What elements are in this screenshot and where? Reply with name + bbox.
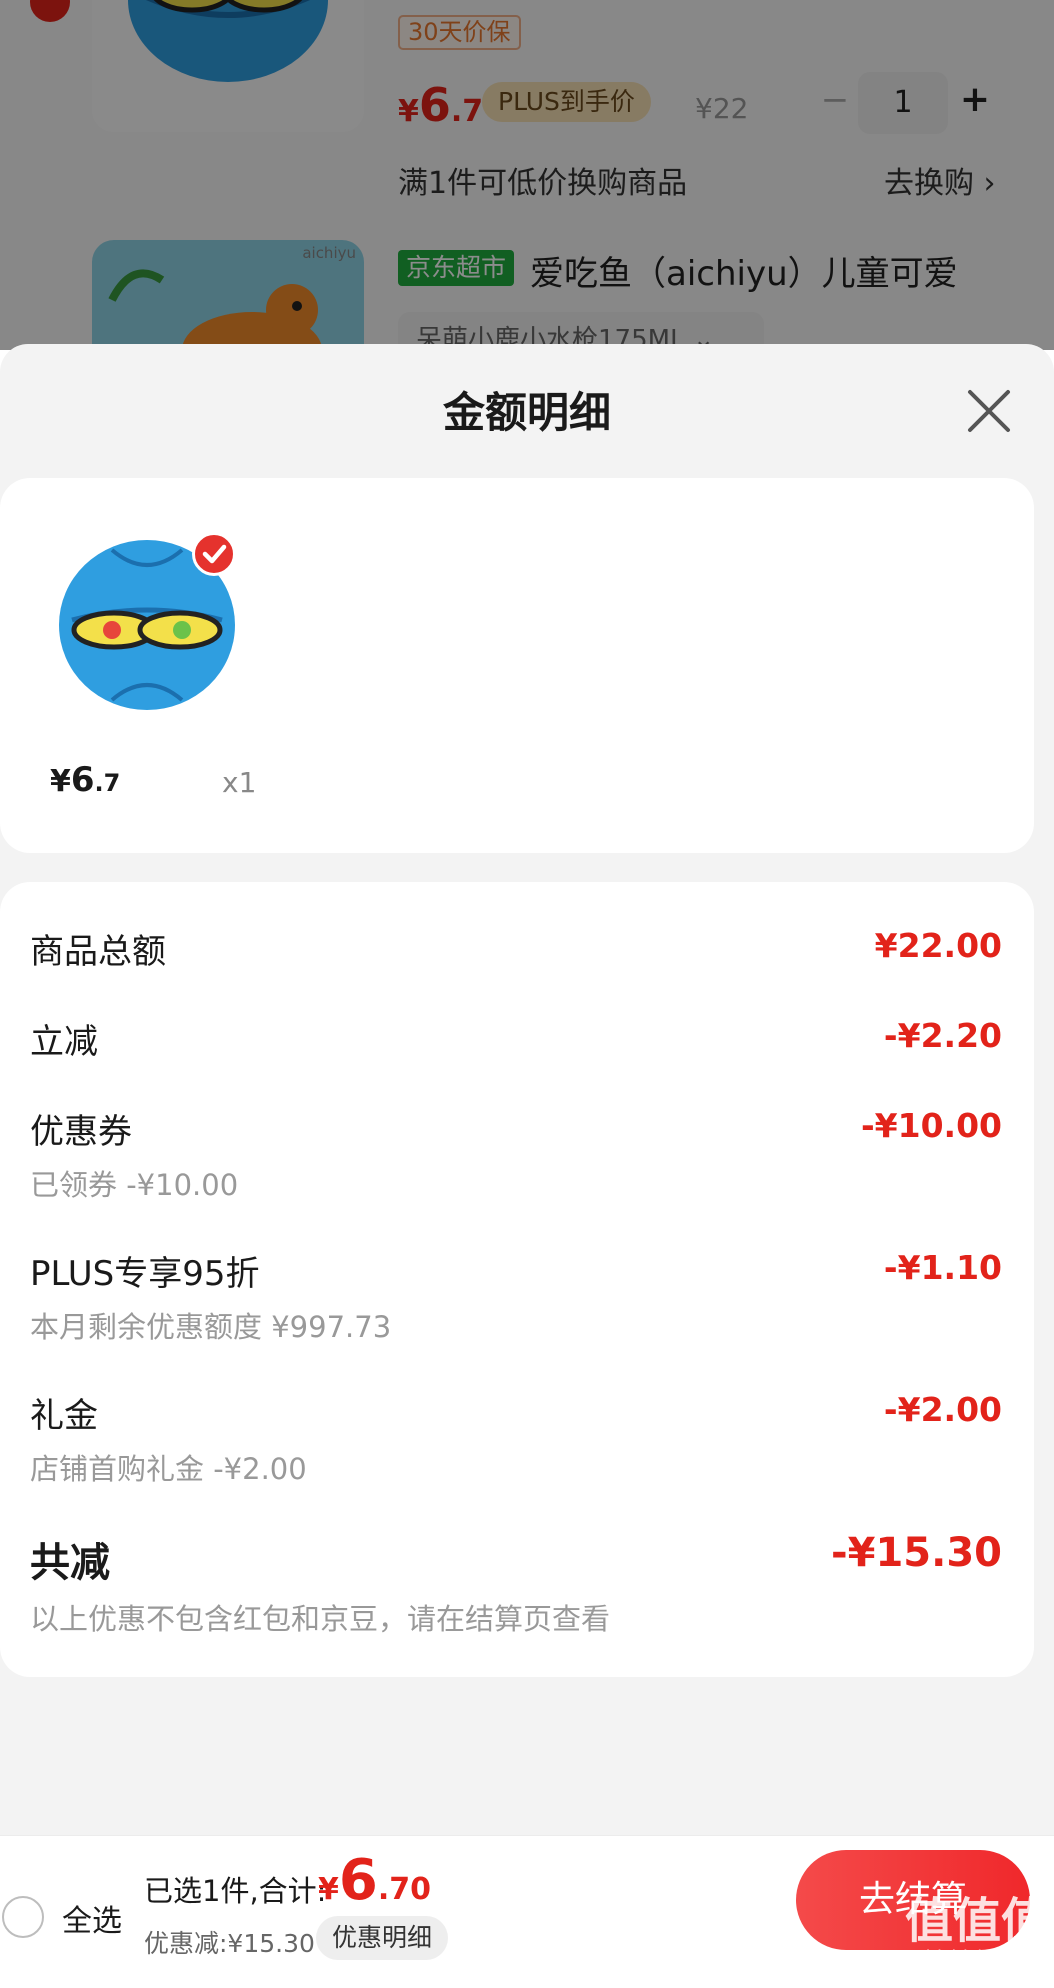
total-price: ¥6.70 — [318, 1848, 431, 1913]
background-cart-page: 30天价保 ¥6.7 PLUS到手价 ¥22 − 1 + 满1件可低价换购商品 … — [0, 0, 1054, 350]
gift-money-value: -¥2.00 — [883, 1390, 1002, 1429]
checkout-bar: 全选 已选1件,合计: ¥6.70 优惠减:¥15.30 优惠明细 去结算 值值… — [0, 1835, 1054, 1988]
summary-card: 商品总额 ¥22.00 立减 -¥2.20 优惠券 -¥10.00 已领券 -¥… — [0, 882, 1034, 1677]
coupon-value: -¥10.00 — [860, 1106, 1002, 1145]
discount-detail-button[interactable]: 优惠明细 — [316, 1916, 449, 1960]
product-price: ¥6.7 — [50, 760, 121, 800]
modal-overlay[interactable] — [0, 0, 1054, 350]
plus-discount-label: PLUS专享95折 — [30, 1254, 260, 1294]
subtotal-label: 商品总额 — [30, 932, 166, 972]
total-discount-label: 共减 — [30, 1540, 110, 1586]
discount-amount: 优惠减:¥15.30 — [144, 1929, 315, 1958]
coupon-sub: 已领券 -¥10.00 — [30, 1168, 239, 1202]
checkmark-icon — [192, 532, 236, 576]
total-discount-note: 以上优惠不包含红包和京豆，请在结算页查看 — [30, 1602, 611, 1636]
product-card: ¥6.7 x1 — [0, 478, 1034, 853]
gift-money-sub: 店铺首购礼金 -¥2.00 — [30, 1452, 307, 1486]
close-icon[interactable] — [964, 386, 1014, 436]
coupon-label: 优惠券 — [30, 1112, 132, 1152]
gift-money-label: 礼金 — [30, 1396, 98, 1436]
total-discount-value: -¥15.30 — [831, 1530, 1002, 1576]
instant-discount-label: 立减 — [30, 1022, 98, 1062]
sheet-title: 金额明细 — [442, 388, 611, 437]
select-all-label[interactable]: 全选 — [62, 1896, 122, 1940]
amount-detail-sheet: 金额明细 ¥6.7 x1 商品总额 ¥22.00 立减 -¥2.20 优惠券 -… — [0, 344, 1054, 1835]
subtotal-value: ¥22.00 — [874, 926, 1002, 965]
site-watermark: 值值值 zhizhizhi.com — [904, 1893, 1049, 1968]
select-all-radio[interactable] — [2, 1896, 44, 1938]
plus-discount-sub: 本月剩余优惠额度 ¥997.73 — [30, 1310, 392, 1344]
product-quantity: x1 — [222, 766, 257, 799]
instant-discount-value: -¥2.20 — [883, 1016, 1002, 1055]
selected-count-label: 已选1件,合计: — [144, 1874, 327, 1908]
plus-discount-value: -¥1.10 — [883, 1248, 1002, 1287]
